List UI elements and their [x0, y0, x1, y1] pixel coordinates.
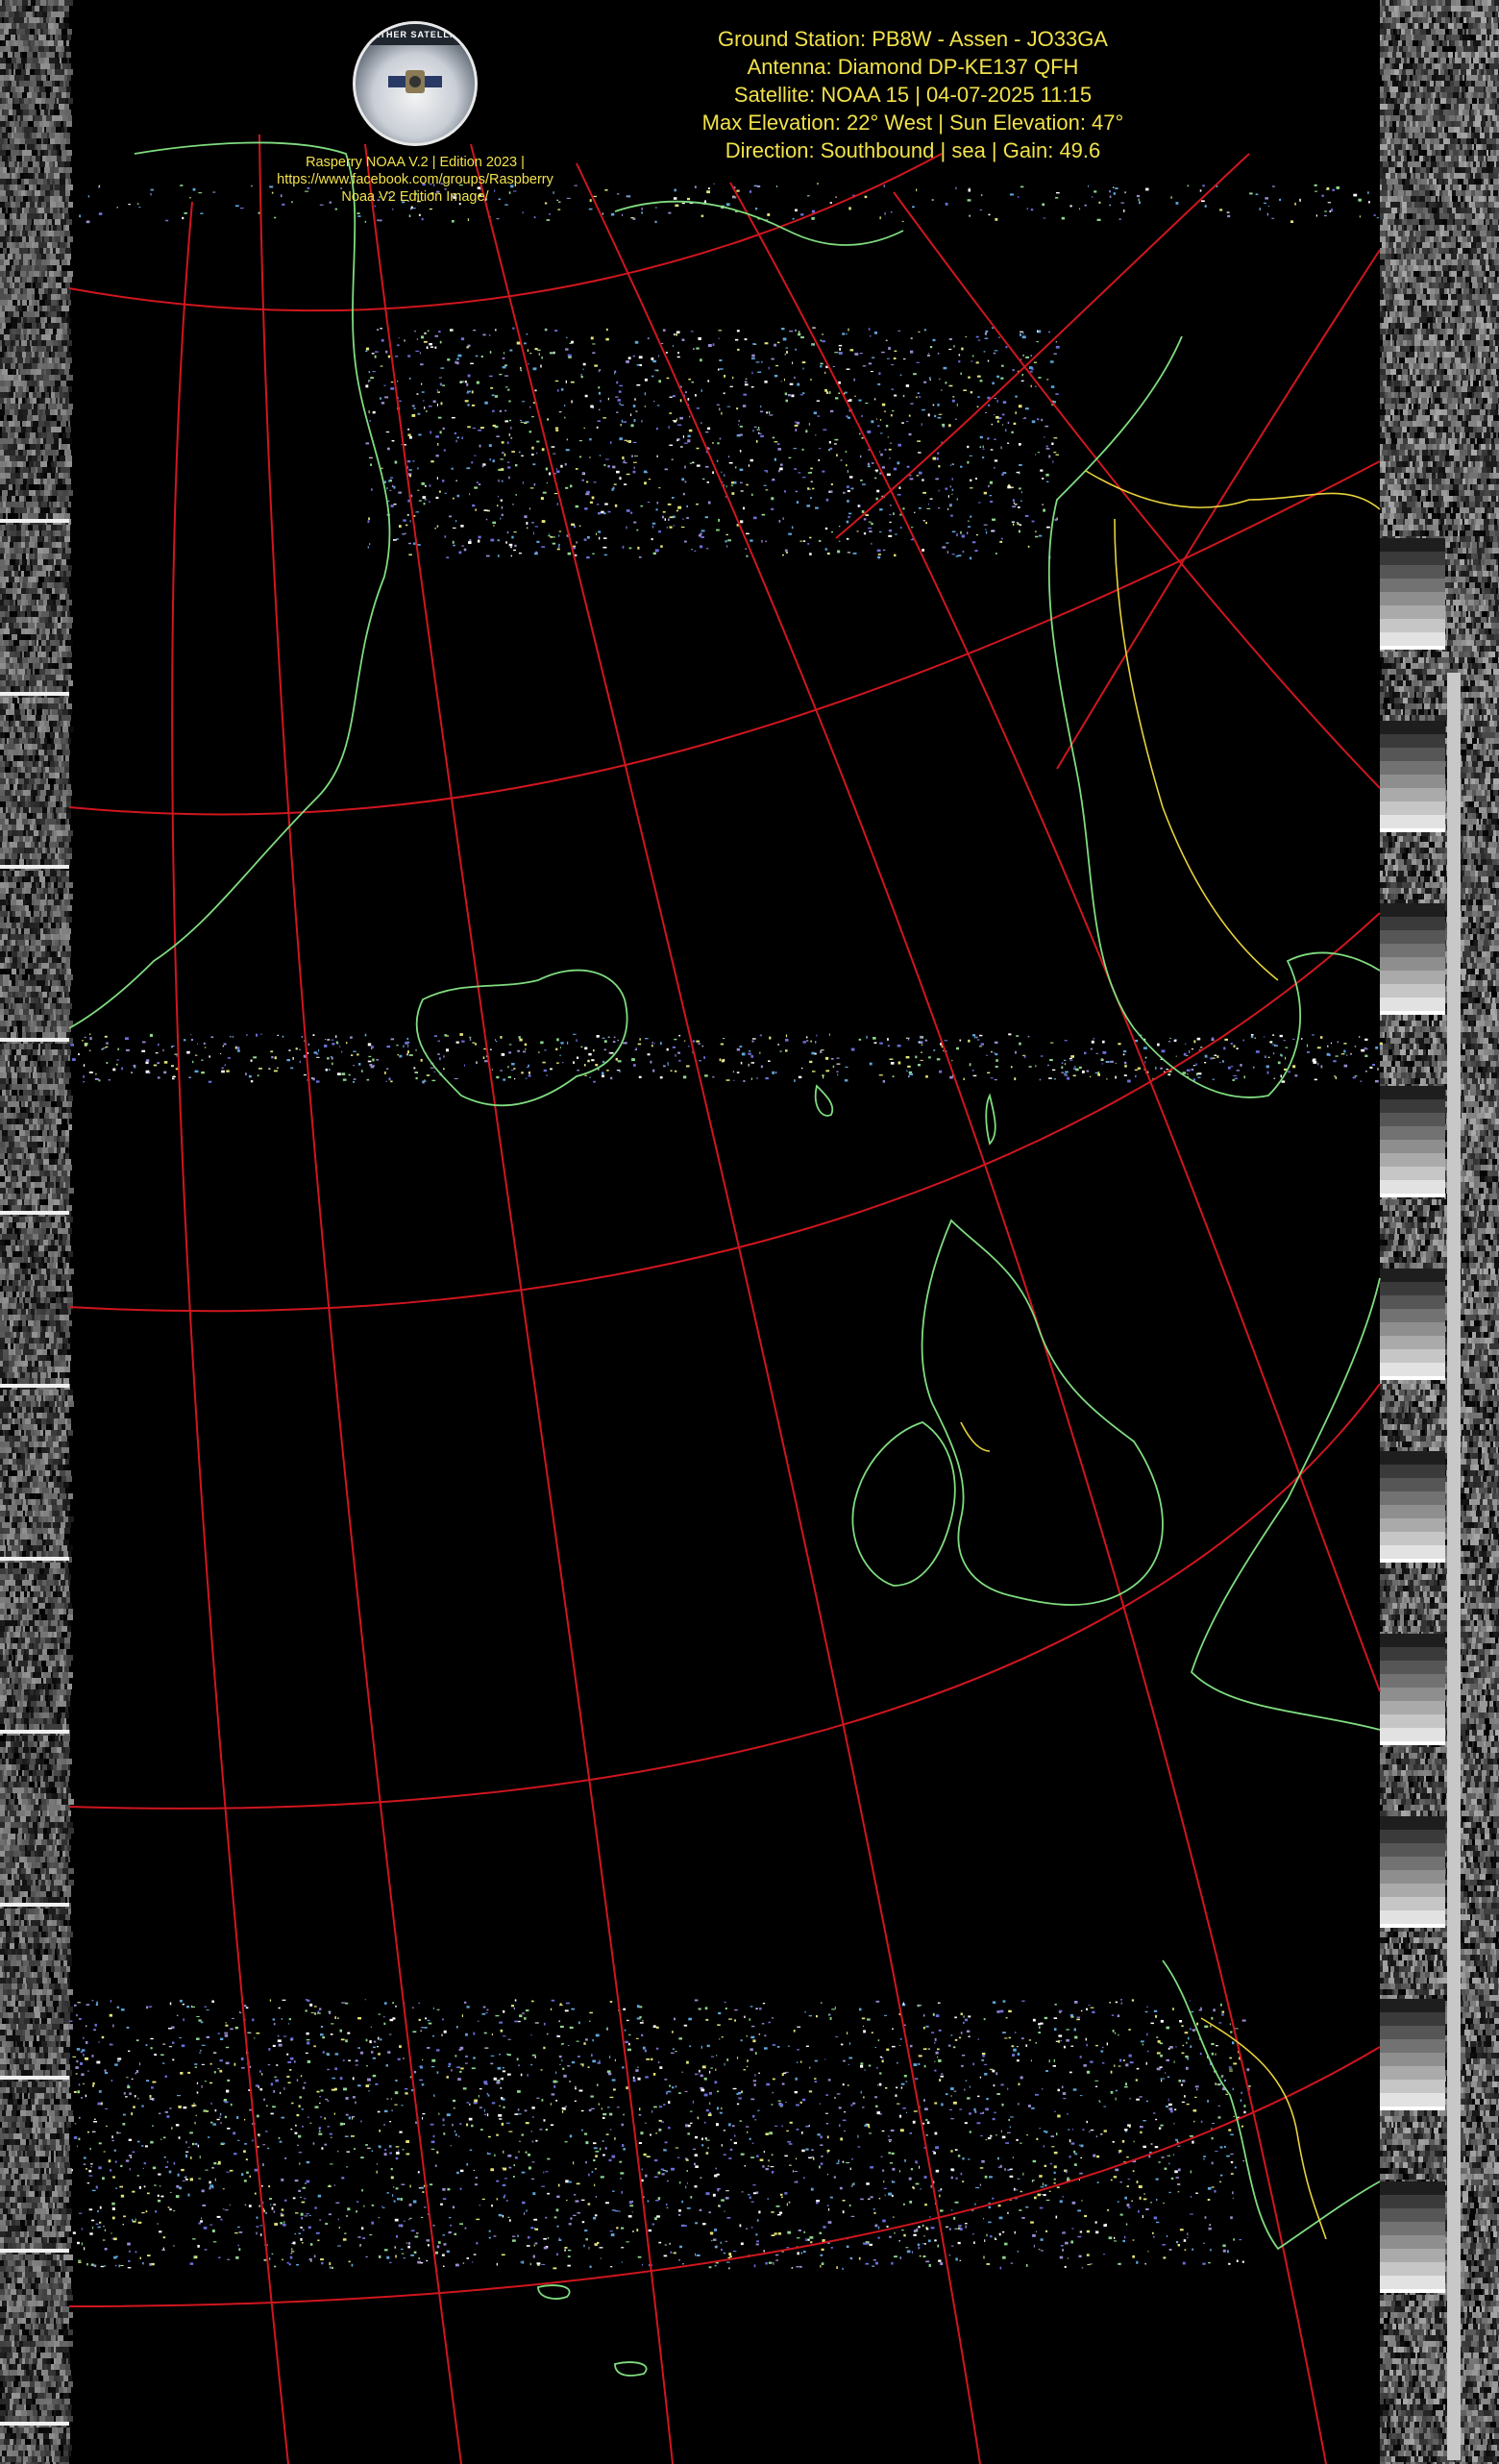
logo-caption-line3: Noaa V2 Edition Image/	[252, 188, 578, 206]
graticule-line	[68, 1383, 1381, 1810]
telemetry-tick	[0, 1038, 69, 1042]
graticule-line	[729, 182, 1381, 1692]
coastline	[851, 1421, 956, 1587]
graticule-lines	[68, 134, 1381, 2464]
map-overlay	[0, 0, 1499, 2464]
telemetry-tick	[0, 519, 69, 523]
logo-caption: Rasperry NOAA V.2 | Edition 2023 | https…	[252, 154, 578, 206]
graticule-line	[364, 143, 674, 2464]
country-borders	[960, 470, 1381, 2240]
graticule-line	[893, 191, 1381, 789]
satellite-line: Satellite: NOAA 15 | 04-07-2025 11:15	[634, 81, 1192, 109]
telemetry-tick	[0, 2422, 69, 2426]
telemetry-tick	[0, 2249, 69, 2253]
telemetry-tick	[0, 1211, 69, 1215]
graticule-line	[1056, 249, 1381, 770]
coastline	[921, 1219, 1164, 1606]
coastline	[68, 141, 391, 1029]
telemetry-tick	[0, 1384, 69, 1388]
antenna-line: Antenna: Diamond DP-KE137 QFH	[634, 53, 1192, 81]
satellite-icon	[388, 70, 442, 93]
telemetry-tick	[0, 1557, 69, 1561]
country-border	[1085, 470, 1381, 510]
satellite-image: WEATHER SATELLITES Rasperry NOAA V.2 | E…	[0, 0, 1499, 2464]
graticule-line	[258, 134, 462, 2464]
logo-block: WEATHER SATELLITES Rasperry NOAA V.2 | E…	[252, 21, 578, 206]
country-border	[1114, 518, 1279, 981]
graticule-line	[68, 2046, 1381, 2307]
cloud-noise	[69, 183, 1383, 2270]
telemetry-tick	[0, 865, 69, 869]
telemetry-tick	[0, 1730, 69, 1734]
coastline	[1190, 1277, 1381, 1731]
telemetry-tick	[0, 692, 69, 696]
pass-info: Ground Station: PB8W - Assen - JO33GA An…	[634, 25, 1192, 164]
satellite-logo: WEATHER SATELLITES	[353, 21, 478, 146]
graticule-line	[171, 201, 289, 2464]
elevation-line: Max Elevation: 22° West | Sun Elevation:…	[634, 109, 1192, 136]
noise-left	[0, 0, 74, 2464]
direction-line: Direction: Southbound | sea | Gain: 49.6	[634, 136, 1192, 164]
coastlines	[68, 141, 1381, 2377]
country-border	[1200, 2017, 1327, 2240]
coastline	[1047, 335, 1381, 1098]
coastline	[614, 200, 904, 246]
coastline	[537, 2284, 571, 2300]
coastline	[614, 2361, 648, 2377]
logo-caption-line1: Rasperry NOAA V.2 | Edition 2023 |	[252, 154, 578, 171]
telemetry-tick	[0, 1903, 69, 1907]
logo-badge-text: WEATHER SATELLITES	[356, 24, 475, 45]
country-border	[960, 1421, 991, 1452]
wedge-bar	[1447, 673, 1461, 2460]
logo-caption-line2: https://www.facebook.com/groups/Raspberr…	[252, 171, 578, 188]
graticule-line	[68, 912, 1381, 1313]
graticule-line	[835, 153, 1250, 539]
ground-station-line: Ground Station: PB8W - Assen - JO33GA	[634, 25, 1192, 53]
telemetry-tick	[0, 2076, 69, 2080]
graticule-line	[68, 460, 1381, 816]
coastline	[415, 969, 628, 1107]
coastline	[814, 1084, 834, 1117]
coastline	[985, 1093, 996, 1146]
